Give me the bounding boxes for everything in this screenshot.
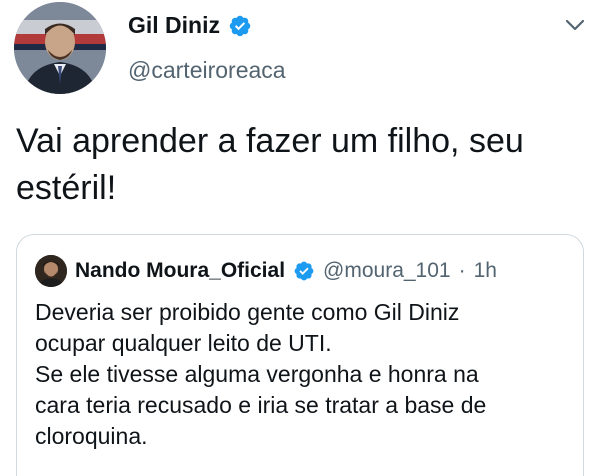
quoted-separator: · (458, 259, 466, 282)
quoted-author-avatar[interactable] (35, 255, 67, 287)
author-avatar-image (14, 2, 106, 94)
tweet: Gil Diniz @carteiroreaca Vai aprender a … (0, 0, 600, 476)
author-handle[interactable]: @carteiroreaca (128, 57, 286, 84)
quoted-tweet-header: Nando Moura_Oficial @moura_101 · 1h (35, 255, 497, 287)
author-name[interactable]: Gil Diniz (128, 12, 220, 39)
author-info: Gil Diniz @carteiroreaca (128, 12, 286, 84)
quoted-tweet[interactable]: Nando Moura_Oficial @moura_101 · 1h Deve… (16, 234, 584, 476)
quoted-text-line: Se ele tivesse alguma vergonha e honra n… (35, 361, 479, 387)
quoted-author-handle[interactable]: @moura_101 (323, 259, 451, 283)
verified-badge-icon (228, 14, 252, 38)
quoted-text-line: ocupar qualquer leito de UTI. (35, 330, 332, 356)
author-name-row: Gil Diniz (128, 12, 286, 39)
chevron-down-icon[interactable] (564, 14, 586, 36)
tweet-text: Vai aprender a fazer um filho, seu estér… (16, 122, 524, 207)
quoted-text-line: Deveria ser proibido gente como Gil Dini… (35, 299, 460, 325)
quoted-text-line: cloroquina. (35, 423, 148, 449)
verified-badge-icon (293, 260, 315, 282)
quoted-author-name[interactable]: Nando Moura_Oficial (75, 259, 285, 283)
author-avatar[interactable] (14, 2, 106, 94)
quoted-tweet-text: Deveria ser proibido gente como Gil Dini… (35, 297, 571, 452)
quoted-timestamp[interactable]: 1h (474, 259, 497, 283)
quoted-text-line: cara teria recusado e iria se tratar a b… (35, 392, 487, 418)
